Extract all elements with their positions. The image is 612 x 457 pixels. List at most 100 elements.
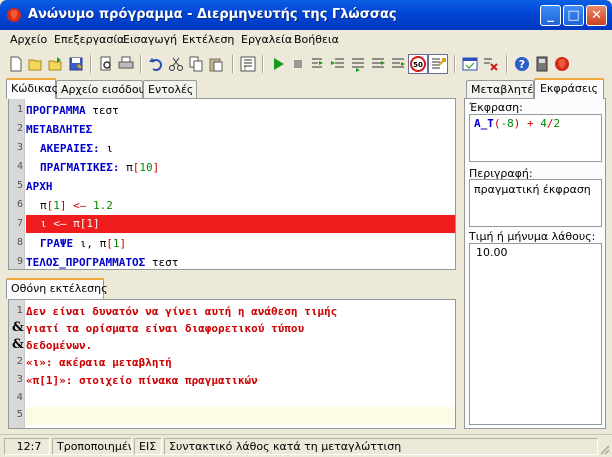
code-line-1: ΠΡΟΓΡΑΜΜΑ τεστ bbox=[26, 104, 119, 117]
output-line: γιατί τα ορίσματα είναι διαφορετικού τύπ… bbox=[26, 322, 305, 335]
app-logo-button[interactable] bbox=[552, 54, 572, 74]
speed-label: 50 bbox=[413, 61, 423, 69]
line-by-line-button[interactable] bbox=[388, 54, 408, 74]
tab-variables[interactable]: Μεταβλητές bbox=[466, 80, 540, 98]
step-out-icon bbox=[372, 58, 385, 68]
app-icon bbox=[7, 8, 21, 22]
insert-mode: ΕΙΣ bbox=[134, 438, 162, 455]
inspector-tabs: Μεταβλητές Εκφράσεις bbox=[464, 78, 606, 99]
run-to-cursor-button[interactable] bbox=[348, 54, 368, 74]
help-icon: ? bbox=[515, 57, 529, 71]
output-line-number: 2 bbox=[16, 356, 23, 367]
clear-button[interactable] bbox=[480, 54, 500, 74]
code-line-5: ΑΡΧΗ bbox=[26, 180, 53, 193]
trace-button[interactable] bbox=[428, 54, 448, 74]
output-line: «ι»: ακέραια μεταβλητή bbox=[26, 356, 172, 369]
print-preview-button[interactable] bbox=[96, 54, 116, 74]
toolbar: 1 50 ? bbox=[4, 52, 608, 76]
speed-sign-icon: 50 bbox=[410, 56, 426, 72]
save-button[interactable] bbox=[66, 54, 86, 74]
code-line-number: 4 bbox=[16, 161, 23, 172]
undo-button[interactable] bbox=[146, 54, 166, 74]
new-file-button[interactable] bbox=[6, 54, 26, 74]
run-button[interactable] bbox=[268, 54, 288, 74]
folder-arrow-icon bbox=[48, 57, 62, 71]
code-line-number: 7 bbox=[16, 218, 23, 229]
speed-limit-button[interactable]: 50 bbox=[408, 54, 428, 74]
new-file-icon bbox=[10, 56, 22, 72]
code-line-number: 8 bbox=[16, 237, 23, 248]
step-into-button[interactable] bbox=[328, 54, 348, 74]
code-line-number: 5 bbox=[16, 180, 23, 191]
app-logo-icon bbox=[555, 57, 569, 71]
status-message: Συντακτικό λάθος κατά τη μεταγλώττιση bbox=[164, 438, 598, 455]
code-line-9: ΤΕΛΟΣ_ΠΡΟΓΡΑΜΜΑΤΟΣ τεστ bbox=[26, 256, 179, 269]
open-recent-button[interactable] bbox=[46, 54, 66, 74]
code-line-3: ΑΚΕΡΑΙΕΣ: ι bbox=[40, 142, 113, 155]
menu-run[interactable]: Εκτέλεση bbox=[182, 33, 234, 46]
paste-button[interactable] bbox=[206, 54, 226, 74]
menu-file[interactable]: Αρχείο bbox=[10, 33, 47, 46]
compile-button[interactable]: 1 bbox=[238, 54, 258, 74]
print-preview-icon bbox=[100, 56, 111, 71]
cut-button[interactable] bbox=[166, 54, 186, 74]
minimize-button[interactable]: _ bbox=[540, 5, 561, 26]
code-editor[interactable]: 1 2 3 4 5 6 7 8 9 ΠΡΟΓΡΑΜΜΑ τεστ ΜΕΤΑΒΛΗΤΕΣ ΑΚΕΡ… bbox=[8, 98, 456, 270]
copy-icon bbox=[189, 56, 203, 72]
window-icon bbox=[462, 57, 478, 71]
code-line-number: 1 bbox=[16, 104, 23, 115]
open-file-button[interactable] bbox=[26, 54, 46, 74]
step-out-button[interactable] bbox=[368, 54, 388, 74]
about-button[interactable] bbox=[532, 54, 552, 74]
tab-expressions[interactable]: Εκφράσεις bbox=[534, 78, 604, 99]
output-screen[interactable]: 1 & & 2 3 4 5 Δεν είναι δυνατόν να γίνει… bbox=[8, 299, 456, 429]
output-line-number: 3 bbox=[16, 374, 23, 385]
cursor-position: 12:7 bbox=[4, 438, 50, 455]
editor-tabs: Κώδικας Αρχείο εισόδου Εντολές bbox=[4, 78, 459, 99]
maximize-button[interactable]: □ bbox=[563, 5, 584, 26]
save-icon bbox=[69, 57, 83, 71]
modified-state: Τροποποιημένο bbox=[52, 438, 132, 455]
print-button[interactable] bbox=[116, 54, 136, 74]
undo-icon bbox=[149, 58, 162, 71]
output-cursor-line bbox=[26, 407, 455, 425]
stop-button[interactable] bbox=[288, 54, 308, 74]
code-line-number: 6 bbox=[16, 199, 23, 210]
copy-button[interactable] bbox=[186, 54, 206, 74]
continuation-marker: & bbox=[12, 337, 24, 352]
code-line-7-error: ι <— π[1] bbox=[26, 215, 455, 233]
expression-label: Έκφραση: bbox=[469, 101, 523, 114]
info-book-icon bbox=[536, 56, 548, 72]
output-line: Δεν είναι δυνατόν να γίνει αυτή η ανάθεσ… bbox=[26, 305, 338, 318]
scissors-icon bbox=[169, 57, 183, 71]
menu-help[interactable]: Βοήθεια bbox=[294, 33, 339, 46]
step-over-icon bbox=[312, 58, 323, 68]
step-over-button[interactable] bbox=[308, 54, 328, 74]
lines-arrow-icon bbox=[392, 58, 405, 68]
window-layout-button[interactable] bbox=[460, 54, 480, 74]
status-bar: 12:7 Τροποποιημένο ΕΙΣ Συντακτικό λάθος … bbox=[0, 434, 612, 457]
menu-tools[interactable]: Εργαλεία bbox=[241, 33, 292, 46]
output-line-number: 5 bbox=[16, 409, 23, 420]
code-line-6: π[1] <— 1.2 bbox=[40, 199, 113, 212]
code-line-4: ΠΡΑΓΜΑΤΙΚΕΣ: π[10] bbox=[40, 161, 160, 174]
code-line-number: 3 bbox=[16, 142, 23, 153]
menu-bar: Αρχείο Επεξεργασία Εισαγωγή Εκτέλεση Εργ… bbox=[4, 31, 608, 50]
tab-output-screen[interactable]: Οθόνη εκτέλεσης bbox=[6, 278, 108, 299]
tab-code[interactable]: Κώδικας bbox=[6, 78, 58, 99]
tab-input-file[interactable]: Αρχείο εισόδου bbox=[56, 80, 145, 98]
value-label: Τιμή ή μήνυμα λάθους: bbox=[469, 230, 596, 243]
tab-commands[interactable]: Εντολές bbox=[143, 80, 197, 98]
expressions-panel: Έκφραση: A_T(-8) + 4/2 Περιγραφή: πραγμα… bbox=[464, 98, 606, 429]
resize-grip-icon[interactable] bbox=[598, 443, 610, 455]
menu-insert[interactable]: Εισαγωγή bbox=[123, 33, 177, 46]
svg-text:?: ? bbox=[519, 58, 525, 71]
expression-input[interactable]: A_T(-8) + 4/2 bbox=[469, 114, 602, 162]
stop-icon bbox=[294, 60, 302, 68]
menu-edit[interactable]: Επεξεργασία bbox=[54, 33, 124, 46]
window-title: Ανώνυμο πρόγραμμα - Διερμηνευτής της Γλώ… bbox=[28, 7, 397, 22]
code-line-2: ΜΕΤΑΒΛΗΤΕΣ bbox=[26, 123, 93, 136]
help-button[interactable]: ? bbox=[512, 54, 532, 74]
close-button[interactable]: ✕ bbox=[586, 5, 607, 26]
code-line-number: 9 bbox=[16, 256, 23, 267]
